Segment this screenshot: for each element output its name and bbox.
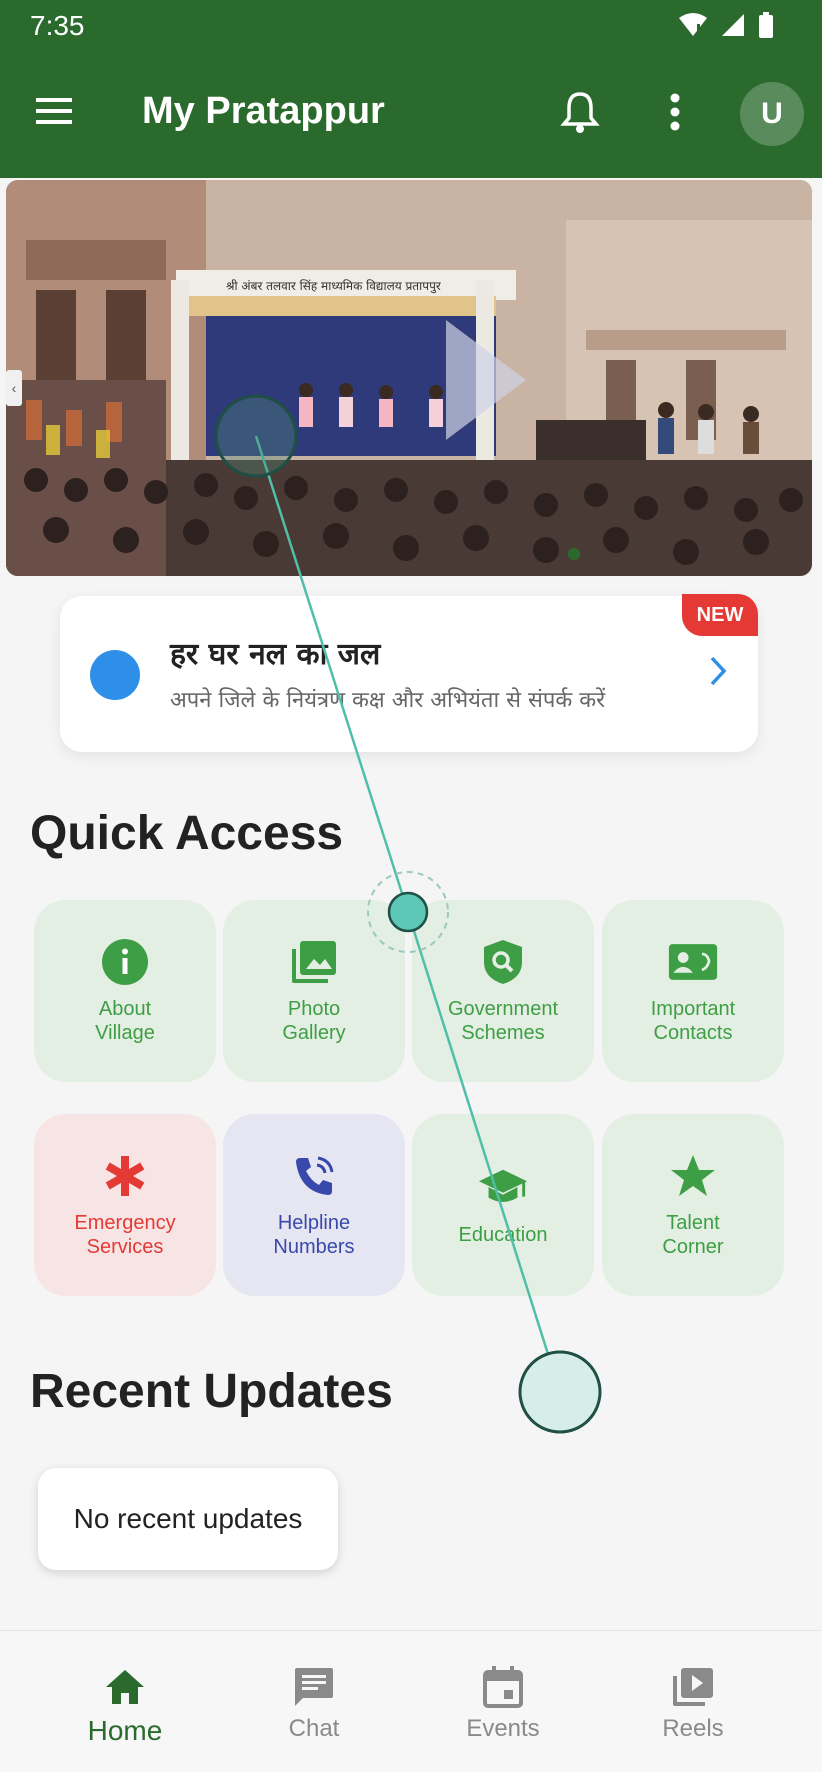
tile-label: Emergency Services <box>74 1212 176 1258</box>
photo-library-icon <box>289 937 339 987</box>
nav-reels[interactable]: Reels <box>598 1631 788 1772</box>
more-options-button[interactable] <box>660 90 690 134</box>
tile-label: Talent Corner <box>662 1212 724 1258</box>
nav-label: Events <box>466 1715 540 1742</box>
bell-icon <box>560 92 600 133</box>
tile-important-contacts[interactable]: Important Contacts <box>602 900 784 1082</box>
tile-education[interactable]: Education <box>412 1114 594 1296</box>
bottom-navigation: Home Chat Events Reels <box>0 1630 822 1772</box>
signal-icon <box>722 14 744 36</box>
menu-icon <box>36 98 72 124</box>
status-bar: 7:35 <box>0 0 822 52</box>
tile-label: Helpline Numbers <box>273 1212 355 1258</box>
tile-photo-gallery[interactable]: Photo Gallery <box>223 900 405 1082</box>
nav-label: Home <box>87 1715 163 1746</box>
app-bar: My Pratappur U <box>0 52 822 178</box>
battery-icon <box>759 12 773 38</box>
recent-updates-heading: Recent Updates <box>30 1365 393 1418</box>
tile-emergency-services[interactable]: Emergency Services <box>34 1114 216 1296</box>
notice-card[interactable]: हर घर नल का जल अपने जिले के नियंत्रण कक्… <box>60 596 758 752</box>
tile-about-village[interactable]: About Village <box>34 900 216 1082</box>
graduation-cap-icon <box>478 1163 528 1213</box>
banner-sign-text: श्री अंबर तलवार सिंह माध्यमिक विद्यालय प… <box>226 279 442 294</box>
nav-events[interactable]: Events <box>408 1631 598 1772</box>
recent-updates-empty-card: No recent updates <box>38 1468 338 1570</box>
chevron-right-icon <box>710 656 727 686</box>
chat-icon <box>292 1665 336 1709</box>
nav-label: Chat <box>288 1715 340 1742</box>
nav-home[interactable]: Home <box>30 1631 220 1772</box>
status-time: 7:35 <box>30 10 85 41</box>
quick-access-heading: Quick Access <box>30 807 344 860</box>
menu-button[interactable] <box>34 96 74 126</box>
top-app-bar: 7:35 My Pratappur U <box>0 0 822 178</box>
banner-photo: श्री अंबर तलवार सिंह माध्यमिक विद्यालय प… <box>6 180 812 576</box>
banner-carousel[interactable]: श्री अंबर तलवार सिंह माध्यमिक विद्यालय प… <box>6 180 812 576</box>
new-badge: NEW <box>682 594 758 636</box>
app-title: My Pratappur <box>142 90 385 132</box>
notice-subtitle: अपने जिले के नियंत्रण कक्ष और अभियंता से… <box>170 688 606 713</box>
tile-label: Important Contacts <box>650 998 736 1044</box>
phone-call-icon <box>289 1151 339 1201</box>
tile-government-schemes[interactable]: Government Schemes <box>412 900 594 1082</box>
tile-talent-corner[interactable]: Talent Corner <box>602 1114 784 1296</box>
contact-card-icon <box>668 937 718 987</box>
calendar-icon <box>481 1665 525 1709</box>
video-library-icon <box>671 1665 715 1709</box>
banner-prev-handle[interactable]: ‹ <box>6 370 22 406</box>
nav-chat[interactable]: Chat <box>219 1631 409 1772</box>
home-icon <box>103 1665 147 1709</box>
tile-label: Education <box>458 1224 548 1246</box>
shield-search-icon <box>478 937 528 987</box>
star-icon <box>668 1151 718 1201</box>
asterisk-icon <box>100 1151 150 1201</box>
notice-dot-icon <box>90 650 140 700</box>
nav-label: Reels <box>662 1715 724 1742</box>
status-icons <box>678 12 774 38</box>
info-icon <box>100 937 150 987</box>
more-vert-icon <box>670 93 680 131</box>
tile-label: About Village <box>95 998 155 1044</box>
user-avatar[interactable]: U <box>740 82 804 146</box>
notice-title: हर घर नल का जल <box>170 637 381 672</box>
notifications-button[interactable] <box>560 90 600 134</box>
tile-label: Government Schemes <box>447 998 559 1044</box>
touch-end-marker <box>518 1350 602 1434</box>
tile-helpline-numbers[interactable]: Helpline Numbers <box>223 1114 405 1296</box>
wifi-icon <box>679 13 707 36</box>
tile-label: Photo Gallery <box>282 998 346 1044</box>
